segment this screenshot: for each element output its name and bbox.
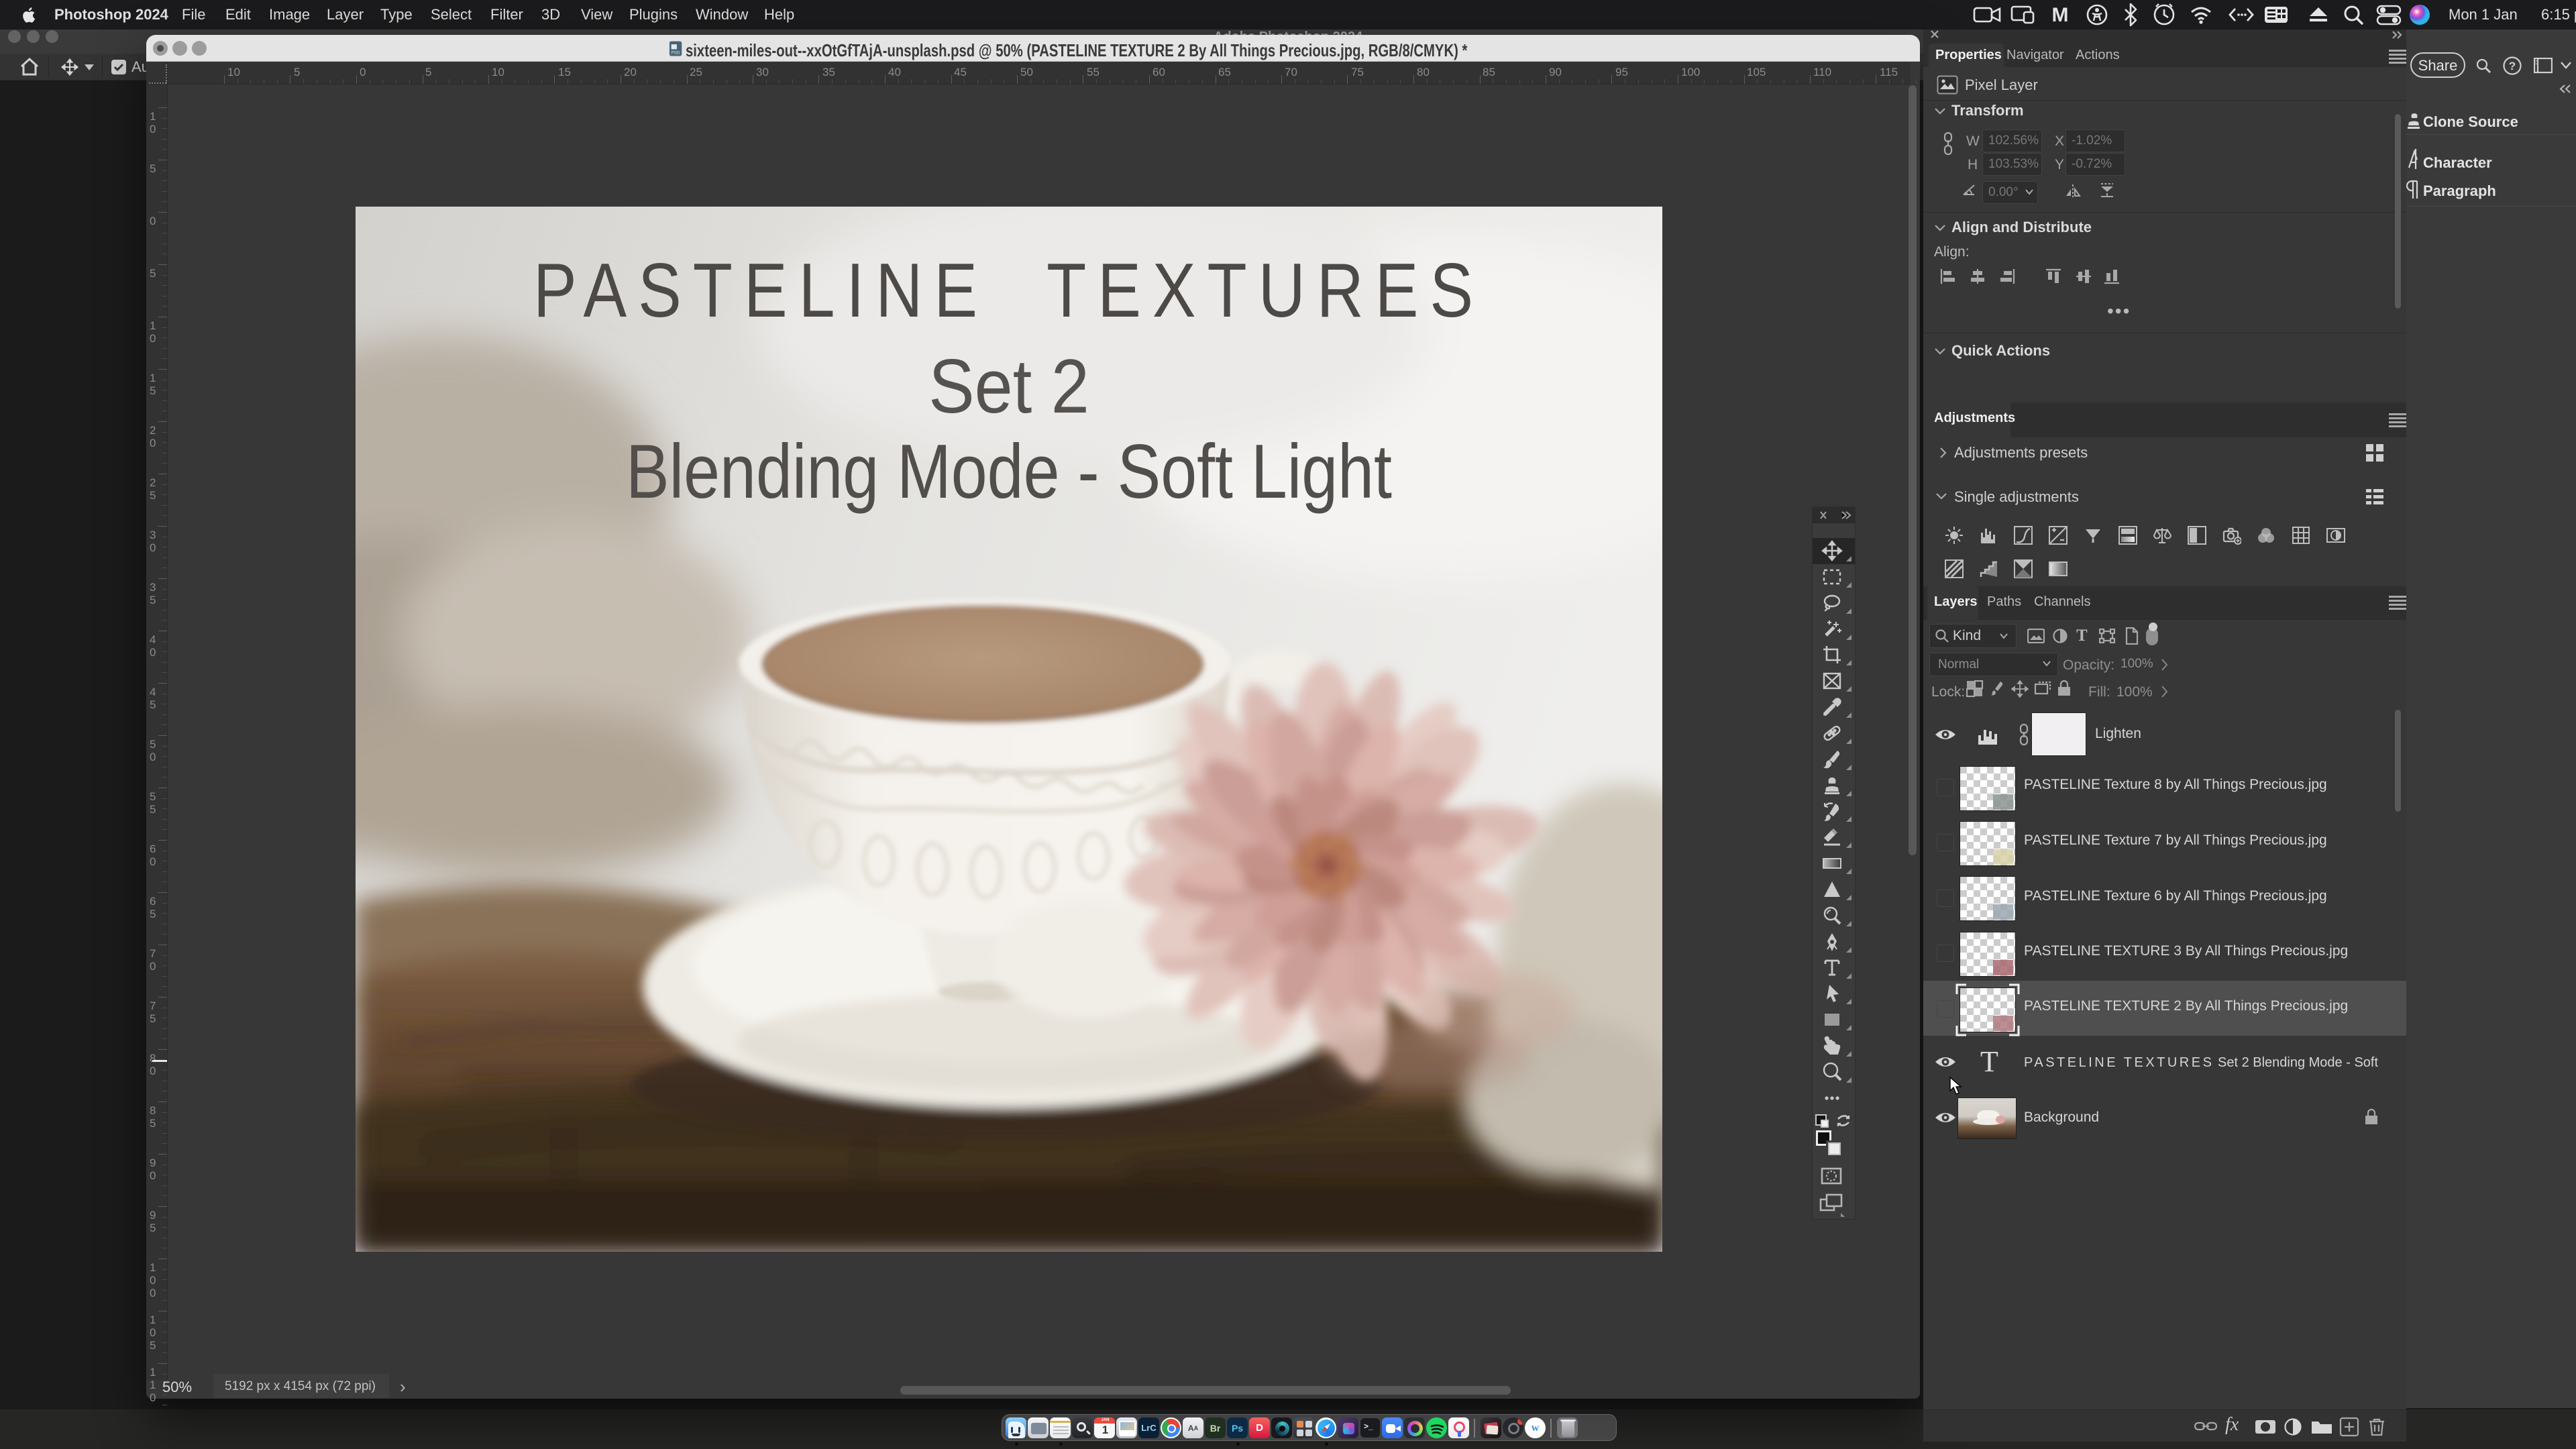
svg-text:?: ? <box>2509 60 2516 72</box>
svg-text:M: M <box>2052 4 2069 26</box>
svg-text:PSD: PSD <box>671 51 680 56</box>
